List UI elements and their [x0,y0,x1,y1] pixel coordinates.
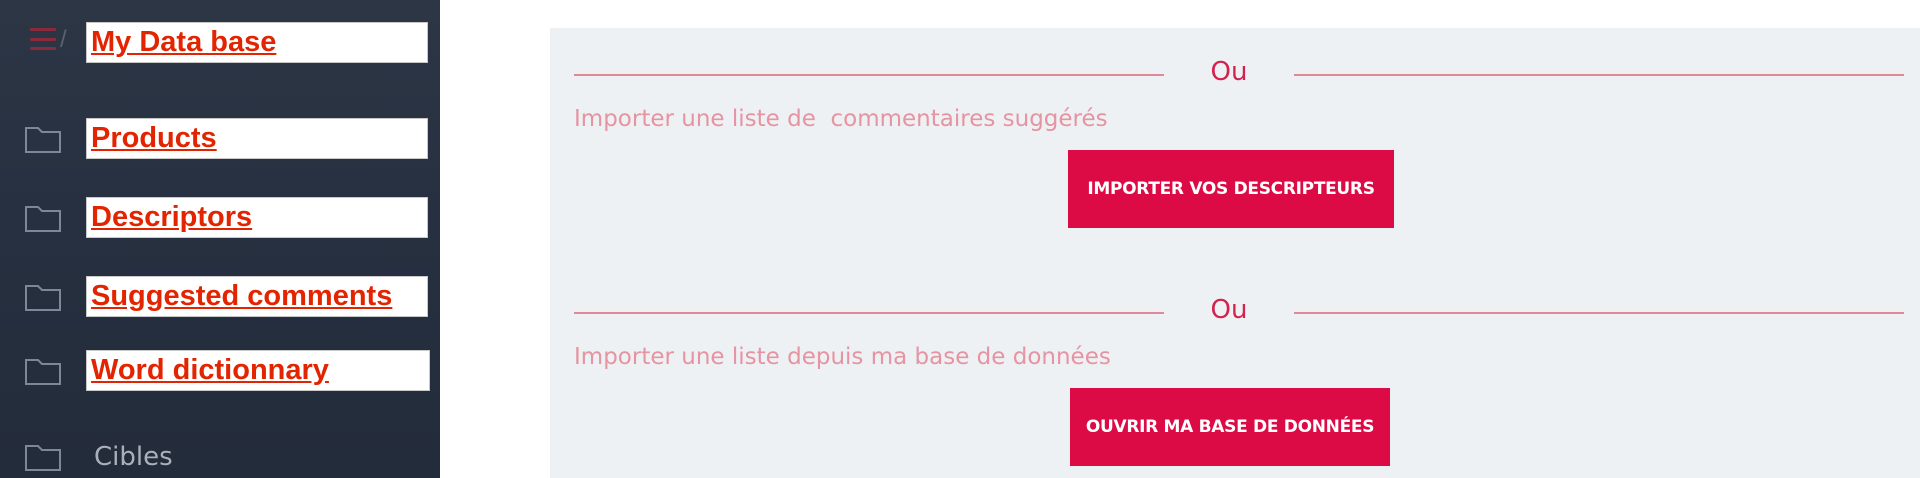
import-panel: Ou Importer une liste de commentaires su… [550,28,1920,478]
hamburger-menu-icon[interactable] [30,28,56,50]
sidebar-item-label: Cibles [94,442,173,472]
import-from-database-instruction: Importer une liste depuis ma base de don… [574,344,1111,370]
divider-line [574,312,1164,314]
divider-line [1294,312,1904,314]
folder-icon [25,445,61,471]
or-divider: Ou [574,292,1904,332]
import-descriptors-button[interactable]: IMPORTER VOS DESCRIPTEURS [1068,150,1394,228]
sidebar-item-word-dictionnary[interactable]: Word dictionnary [0,346,440,394]
folder-icon [25,206,61,232]
or-label: Ou [1210,295,1248,325]
sidebar-item-cibles[interactable]: Cibles [0,432,440,478]
import-suggested-comments-instruction: Importer une liste de commentaires suggé… [574,106,1108,132]
open-database-button[interactable]: OUVRIR MA BASE DE DONNÉES [1070,388,1390,466]
sidebar: / My Data base Products Descriptors Sugg… [0,0,440,478]
sidebar-link-products[interactable]: Products [86,118,428,159]
sidebar-link-descriptors[interactable]: Descriptors [86,197,428,238]
sidebar-link-my-data-base[interactable]: My Data base [86,22,428,63]
divider-line [1294,74,1904,76]
divider-line [574,74,1164,76]
breadcrumb-separator: / [60,26,67,53]
or-divider: Ou [574,54,1904,94]
folder-icon [25,359,61,385]
sidebar-link-word-dictionnary[interactable]: Word dictionnary [86,350,430,391]
sidebar-link-suggested-comments[interactable]: Suggested comments [86,276,428,317]
sidebar-item-suggested-comments[interactable]: Suggested comments [0,272,440,320]
folder-icon [25,285,61,311]
sidebar-item-descriptors[interactable]: Descriptors [0,193,440,241]
folder-icon [25,127,61,153]
app-root: / My Data base Products Descriptors Sugg… [0,0,1920,478]
sidebar-item-products[interactable]: Products [0,114,440,162]
or-label: Ou [1210,57,1248,87]
